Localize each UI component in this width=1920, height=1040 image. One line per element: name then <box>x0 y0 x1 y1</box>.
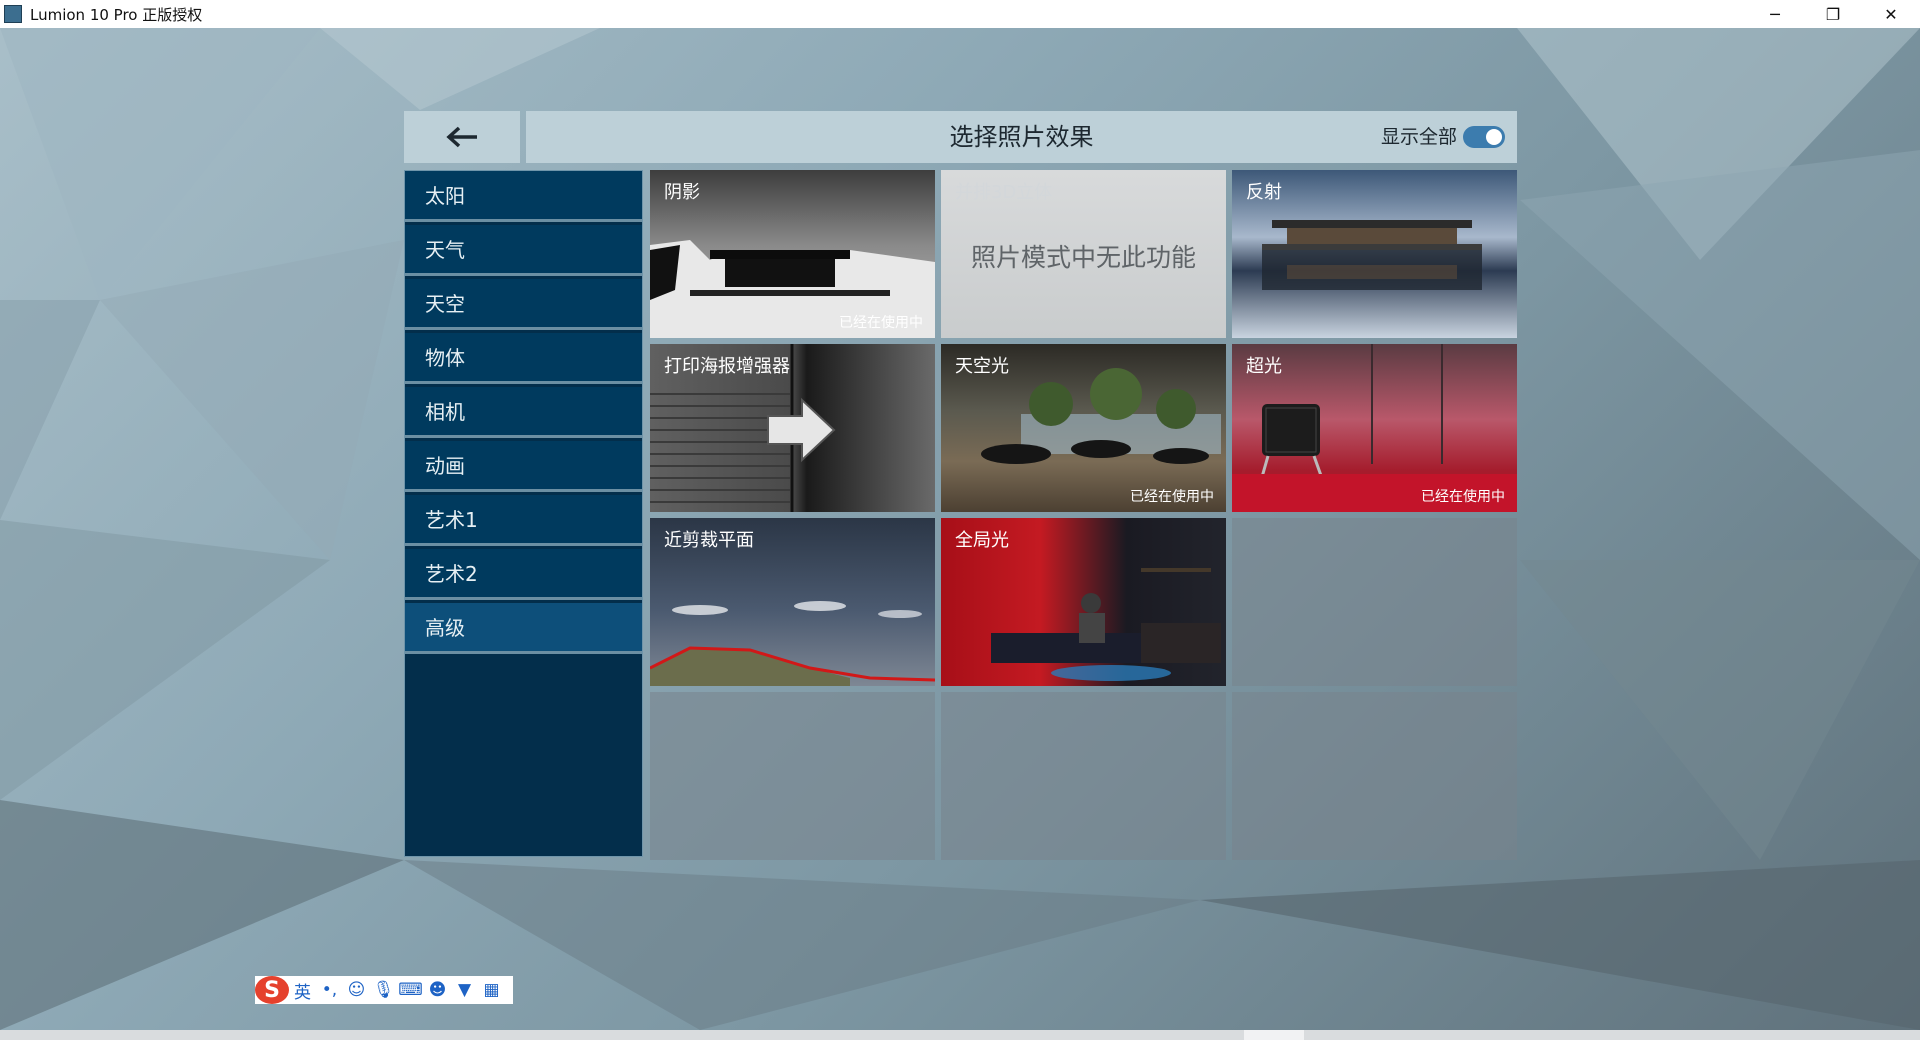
ime-punctuation-toggle[interactable]: •, <box>316 980 343 1000</box>
effect-tile-poster-enhancer[interactable]: 打印海报增强器 <box>650 344 935 512</box>
minimize-button[interactable]: ─ <box>1746 0 1804 28</box>
in-use-status: 已经在使用中 <box>1421 489 1505 505</box>
window-titlebar: Lumion 10 Pro 正版授权 ─ ❐ ✕ <box>0 0 1920 28</box>
effect-label: 全局光 <box>955 530 1009 551</box>
effect-tile-hyperlight[interactable]: 超光 已经在使用中 <box>1232 344 1517 512</box>
sidebar-item-animation[interactable]: 动画 <box>405 441 642 492</box>
effect-label: 阴影 <box>664 182 700 203</box>
sidebar-item-camera[interactable]: 相机 <box>405 387 642 438</box>
empty-slot <box>1232 692 1517 860</box>
in-use-status: 已经在使用中 <box>839 315 923 331</box>
user-icon[interactable]: ☻ <box>424 980 451 1000</box>
taskbar-edge <box>0 1030 1920 1040</box>
keyboard-icon[interactable]: ⌨ <box>397 980 424 1000</box>
show-all-toggle[interactable] <box>1463 126 1505 148</box>
close-button[interactable]: ✕ <box>1862 0 1920 28</box>
shirt-icon[interactable]: ▼ <box>451 980 478 1000</box>
effect-label: 超光 <box>1246 356 1282 377</box>
microphone-icon[interactable]: 🎙 <box>370 980 397 1000</box>
smiley-icon[interactable]: ☺ <box>343 980 370 1000</box>
effect-tile-reflection[interactable]: 反射 <box>1232 170 1517 338</box>
empty-slot <box>650 692 935 860</box>
empty-slot <box>1232 518 1517 686</box>
effect-label: 近剪裁平面 <box>664 530 754 551</box>
sogou-logo-icon[interactable]: S <box>255 976 289 1004</box>
effect-tile-stereo-3d: 并排3D立体 照片模式中无此功能 <box>941 170 1226 338</box>
ime-language-toggle[interactable]: 英 <box>289 978 316 1003</box>
effect-label: 并排3D立体 <box>955 182 1053 203</box>
effect-tile-skylight[interactable]: 天空光 已经在使用中 <box>941 344 1226 512</box>
in-use-status: 已经在使用中 <box>1130 489 1214 505</box>
restore-button[interactable]: ❐ <box>1804 0 1862 28</box>
category-sidebar: 太阳 天气 天空 物体 相机 动画 艺术1 艺术2 高级 <box>404 170 643 857</box>
sidebar-item-weather[interactable]: 天气 <box>405 225 642 276</box>
sidebar-item-sun[interactable]: 太阳 <box>405 171 642 222</box>
sidebar-item-art1[interactable]: 艺术1 <box>405 495 642 546</box>
effect-label: 天空光 <box>955 356 1009 377</box>
effect-label: 反射 <box>1246 182 1282 203</box>
sidebar-item-object[interactable]: 物体 <box>405 333 642 384</box>
sidebar-item-sky[interactable]: 天空 <box>405 279 642 330</box>
effect-tile-near-clip-plane[interactable]: 近剪裁平面 <box>650 518 935 686</box>
taskbar-segment <box>1244 1030 1304 1040</box>
ime-toolbar: S 英 •, ☺ 🎙 ⌨ ☻ ▼ ▦ <box>255 976 513 1004</box>
sidebar-item-advanced[interactable]: 高级 <box>405 603 642 654</box>
lumion-app-icon <box>4 5 22 23</box>
effect-tile-global-illumination[interactable]: 全局光 <box>941 518 1226 686</box>
unavailable-message: 照片模式中无此功能 <box>970 243 1196 272</box>
back-button[interactable] <box>404 111 520 163</box>
header-bar: 选择照片效果 显示全部 <box>526 111 1517 163</box>
sidebar-item-art2[interactable]: 艺术2 <box>405 549 642 600</box>
effect-tile-shadow[interactable]: 阴影 已经在使用中 <box>650 170 935 338</box>
window-title: Lumion 10 Pro 正版授权 <box>30 5 203 24</box>
back-arrow-icon <box>446 126 477 148</box>
empty-slot <box>941 692 1226 860</box>
show-all-label: 显示全部 <box>1380 126 1457 148</box>
grid-icon[interactable]: ▦ <box>478 980 505 1000</box>
page-title: 选择照片效果 <box>949 123 1094 151</box>
effect-label: 打印海报增强器 <box>664 356 790 377</box>
toggle-knob <box>1486 129 1502 145</box>
